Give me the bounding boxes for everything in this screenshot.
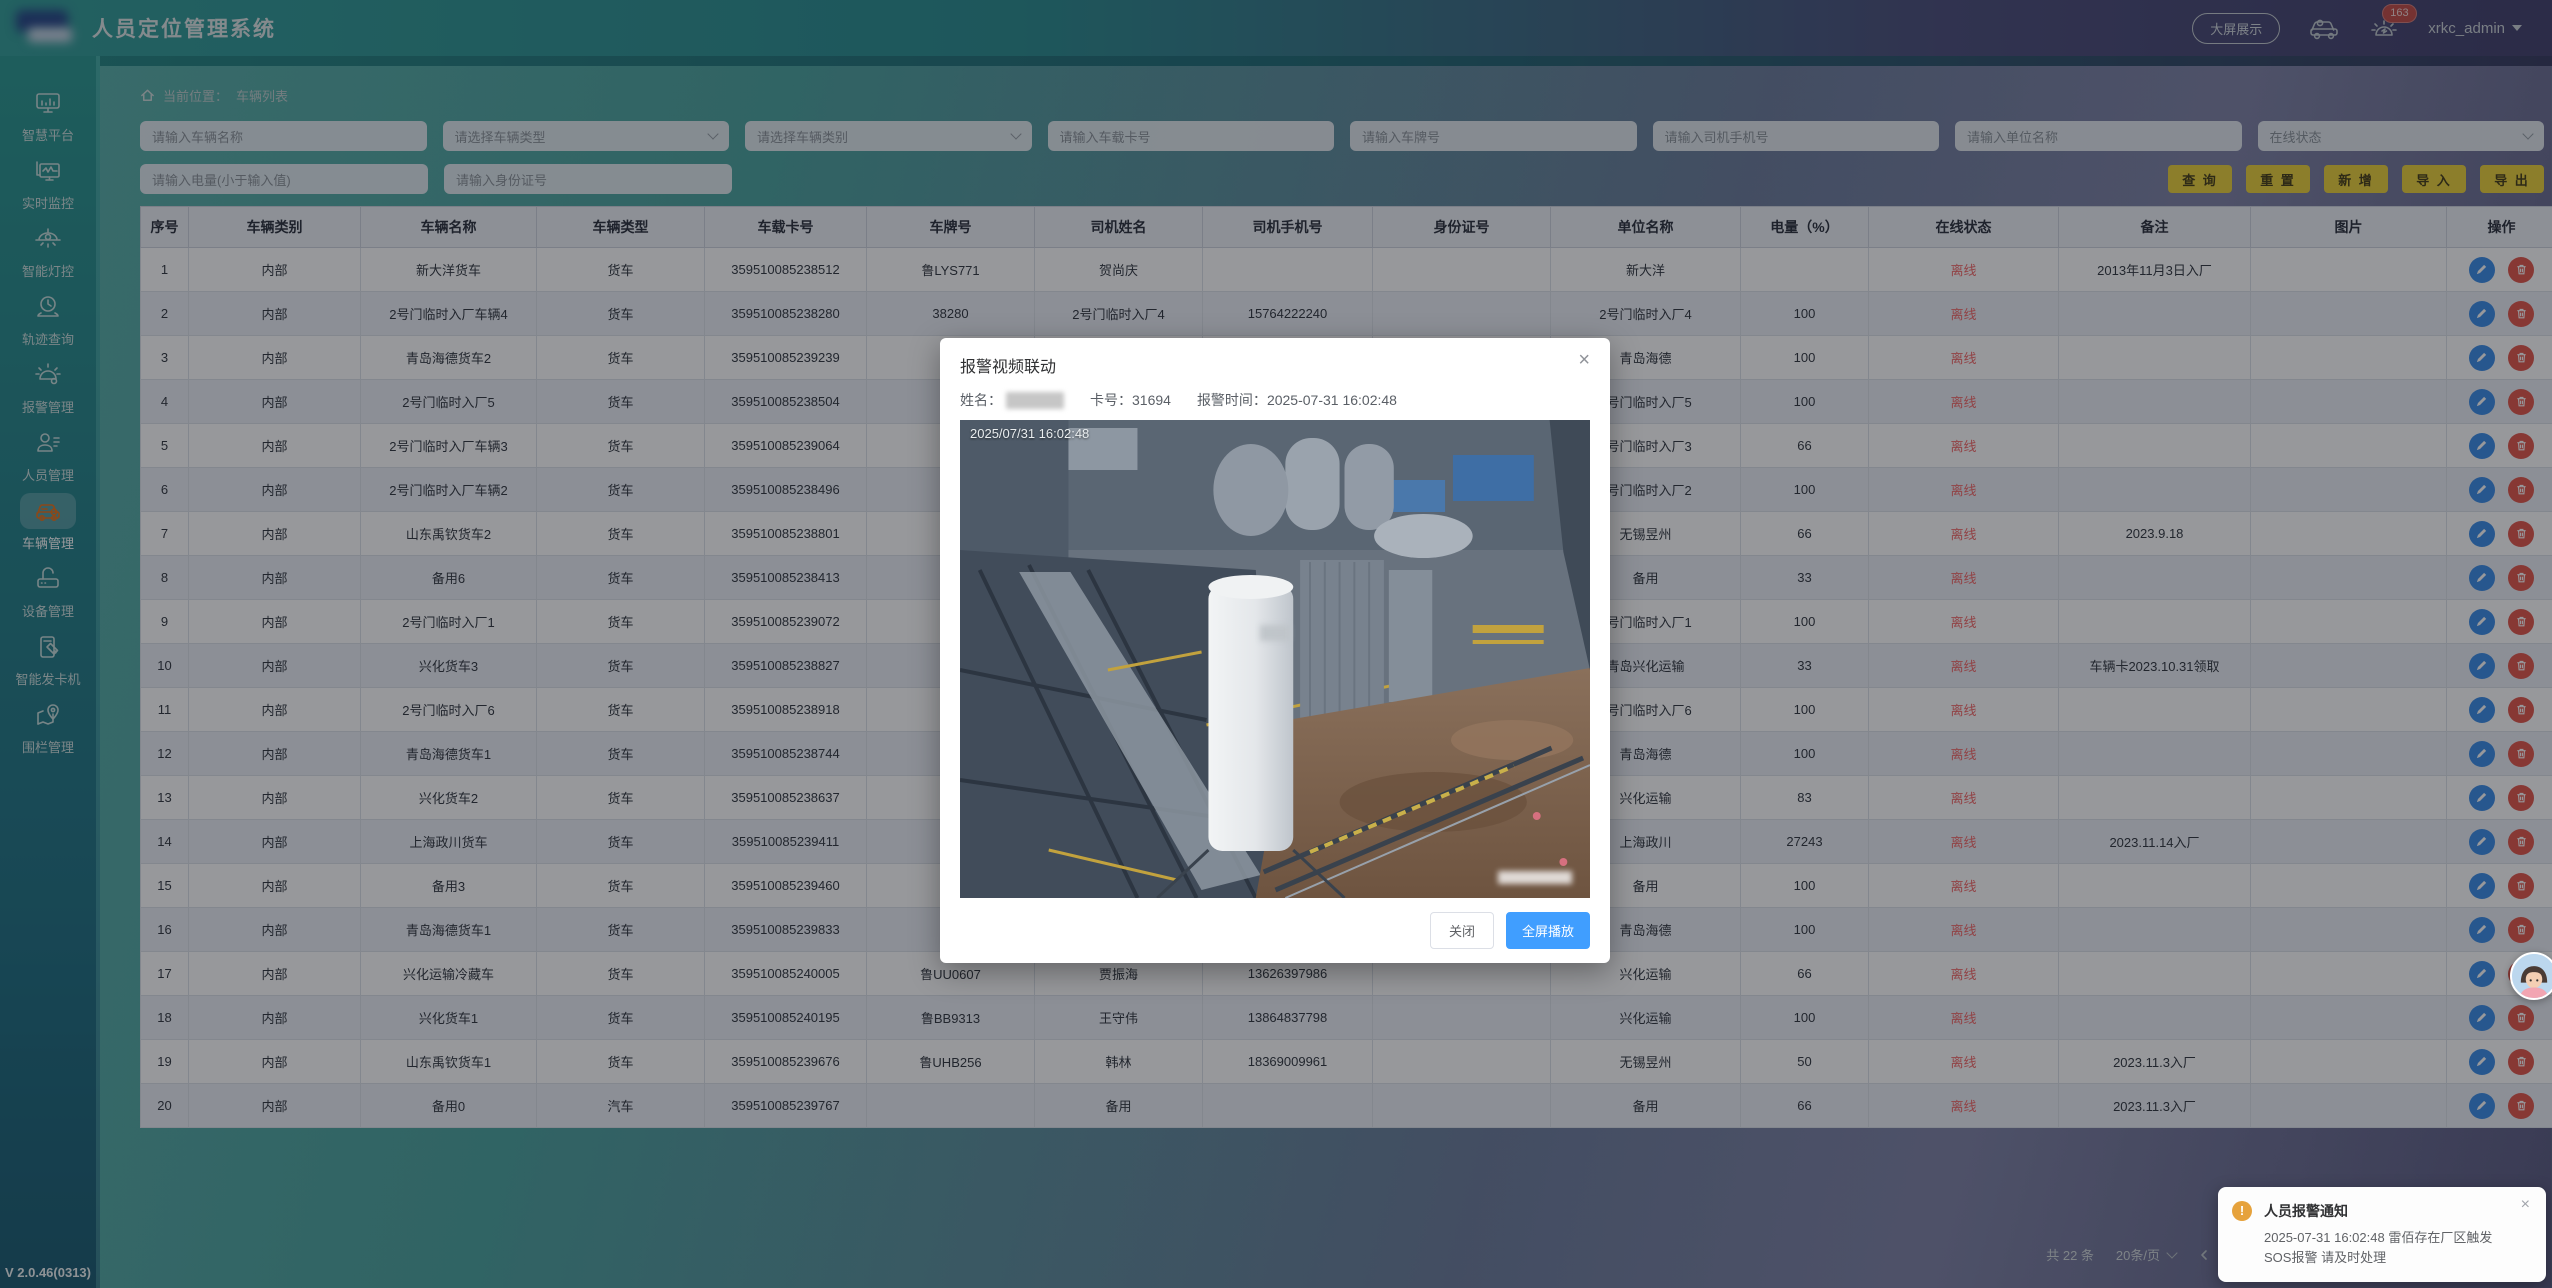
redacted-camera-label	[1498, 871, 1572, 884]
toast-message: 2025-07-31 16:02:48 雷佰存在厂区触发 SOS报警 请及时处理	[2264, 1228, 2514, 1268]
cctv-scene	[960, 420, 1590, 898]
card-label: 卡号：	[1090, 390, 1132, 410]
cctv-video-frame[interactable]: 2025/07/31 16:02:48	[960, 420, 1590, 898]
fullscreen-play-button[interactable]: 全屏播放	[1506, 912, 1590, 949]
alarm-time-value: 2025-07-31 16:02:48	[1267, 392, 1397, 408]
toast-close-icon[interactable]: ×	[2515, 1195, 2536, 1215]
alarm-time-label: 报警时间：	[1197, 390, 1267, 410]
redacted-tank-label	[1260, 625, 1290, 641]
modal-close-button[interactable]: 关闭	[1430, 912, 1494, 949]
modal-info-line: 姓名： 卡号： 31694 报警时间： 2025-07-31 16:02:48	[940, 386, 1610, 420]
warning-icon: !	[2232, 1201, 2252, 1221]
alarm-toast: ! 人员报警通知 2025-07-31 16:02:48 雷佰存在厂区触发 SO…	[2218, 1187, 2546, 1282]
redacted-name	[1006, 392, 1064, 409]
toast-title: 人员报警通知	[2264, 1201, 2514, 1221]
name-label: 姓名：	[960, 390, 1002, 410]
modal-title: 报警视频联动	[940, 338, 1610, 386]
card-value: 31694	[1132, 392, 1171, 408]
video-timestamp: 2025/07/31 16:02:48	[970, 426, 1089, 441]
assistant-avatar[interactable]	[2510, 952, 2552, 1000]
close-icon[interactable]: ×	[1572, 348, 1596, 373]
alarm-video-modal: 报警视频联动 × 姓名： 卡号： 31694 报警时间： 2025-07-31 …	[940, 338, 1610, 963]
